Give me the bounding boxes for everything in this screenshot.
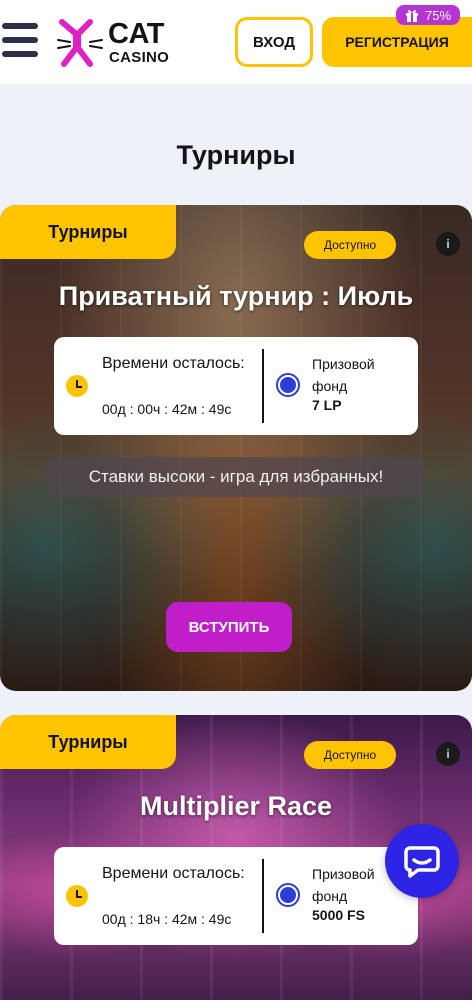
prize-coin-icon bbox=[276, 883, 300, 907]
status-badge: Доступно bbox=[304, 231, 396, 259]
info-icon[interactable]: i bbox=[436, 742, 460, 766]
menu-line bbox=[2, 23, 38, 29]
tournament-info-box: Времени осталось: 00д : 00ч : 42м : 49с … bbox=[54, 337, 418, 435]
site-header: CAT CASINO ВХОД РЕГИСТРАЦИЯ 75% bbox=[0, 0, 472, 84]
time-left-label: Времени осталось: bbox=[102, 355, 245, 372]
prize-coin-icon bbox=[276, 373, 300, 397]
card-tag: Турниры bbox=[0, 715, 176, 769]
tournament-info-box: Времени осталось: 00д : 18ч : 42м : 49с … bbox=[54, 847, 418, 945]
time-left-label: Времени осталось: bbox=[102, 865, 245, 882]
menu-line bbox=[2, 37, 38, 43]
bonus-badge[interactable]: 75% bbox=[396, 5, 460, 25]
page-title: Турниры bbox=[176, 140, 296, 170]
divider bbox=[262, 349, 264, 423]
prize-fund-value: 5000 FS bbox=[312, 907, 365, 923]
logo-text: CAT bbox=[108, 18, 164, 50]
tournament-title: Multiplier Race bbox=[139, 791, 333, 821]
cat-logo-icon bbox=[57, 19, 103, 67]
join-button[interactable]: ВСТУПИТЬ bbox=[166, 602, 292, 652]
logo[interactable]: CAT CASINO bbox=[56, 18, 186, 68]
prize-fund-value: 7 LP bbox=[312, 397, 342, 413]
time-left-value: 00д : 00ч : 42м : 49с bbox=[102, 401, 232, 417]
tournament-title: Приватный турнир : Июль bbox=[58, 281, 414, 311]
login-button[interactable]: ВХОД bbox=[235, 17, 313, 67]
clock-icon bbox=[66, 885, 88, 907]
bonus-percent: 75% bbox=[424, 7, 452, 23]
status-badge: Доступно bbox=[304, 741, 396, 769]
logo-subtext: CASINO bbox=[109, 49, 170, 66]
chat-icon bbox=[404, 846, 440, 878]
tournament-card: Турниры Доступно i Приватный турнир : Ию… bbox=[0, 205, 472, 691]
prize-fund-label: Призовой фонд bbox=[312, 356, 375, 394]
card-tag: Турниры bbox=[0, 205, 176, 259]
chat-button[interactable] bbox=[385, 824, 459, 898]
clock-icon bbox=[66, 375, 88, 397]
gift-icon bbox=[405, 9, 418, 22]
info-icon[interactable]: i bbox=[436, 232, 460, 256]
time-left-value: 00д : 18ч : 42м : 49с bbox=[102, 911, 232, 927]
menu-line bbox=[2, 51, 38, 57]
divider bbox=[262, 859, 264, 933]
menu-icon[interactable] bbox=[2, 23, 38, 57]
tournament-slogan: Ставки высоки - игра для избранных! bbox=[47, 457, 425, 497]
